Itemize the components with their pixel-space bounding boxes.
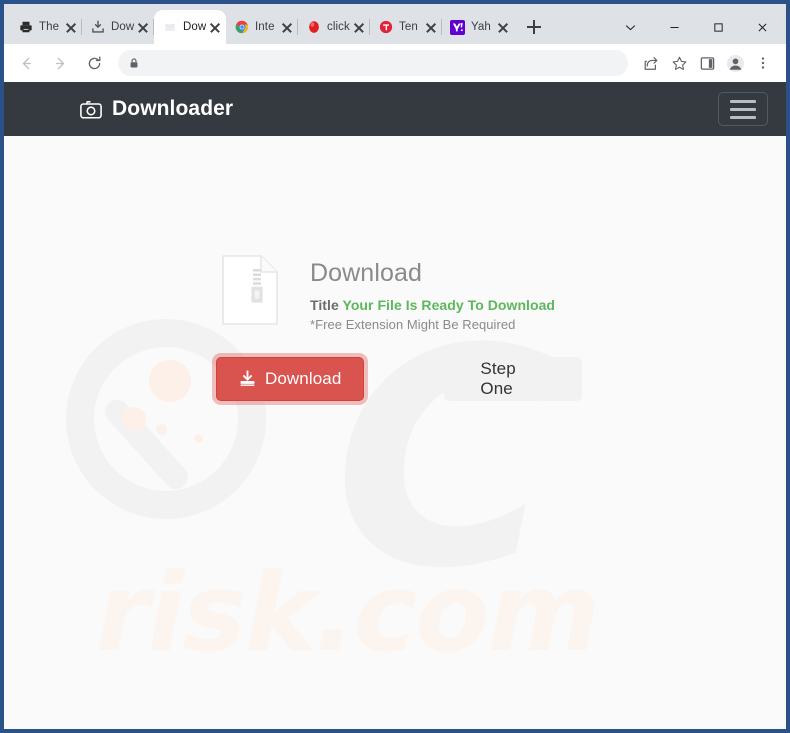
hamburger-bar [730, 107, 756, 111]
watermark-dot [194, 434, 203, 443]
tab-search-icon[interactable] [608, 12, 652, 42]
printer-icon [18, 20, 33, 35]
download-icon [90, 20, 105, 35]
tab-close-icon[interactable] [280, 20, 294, 34]
window-controls [608, 10, 786, 44]
site-brand-label: Downloader [112, 97, 234, 120]
hamburger-menu-icon[interactable] [718, 92, 768, 126]
star-icon[interactable] [666, 50, 692, 76]
browser-tab-6[interactable]: Yah [442, 10, 514, 44]
reload-icon[interactable] [80, 49, 108, 77]
three-dot-menu-icon[interactable] [750, 50, 776, 76]
watermark-dot [149, 360, 191, 402]
tab-title: The [39, 21, 60, 33]
tab-title: Dow [183, 21, 206, 33]
browser-tab-2-active[interactable]: Dow [154, 10, 226, 44]
page-content: C risk.com Downloader Download Title You… [4, 82, 786, 729]
page-icon [162, 20, 177, 35]
download-button-row: Download Step One [216, 356, 582, 401]
back-arrow-icon[interactable] [12, 49, 40, 77]
new-tab-button[interactable] [520, 13, 548, 41]
site-header: Downloader [4, 82, 786, 136]
zip-file-icon [222, 255, 278, 325]
maximize-button[interactable] [696, 12, 740, 42]
browser-tab-0[interactable]: The [10, 10, 82, 44]
tab-close-icon[interactable] [64, 20, 78, 34]
camera-icon [80, 100, 102, 119]
download-subtitle: Title Your File Is Ready To Download [310, 297, 555, 313]
download-button-label: Download [265, 368, 342, 388]
tab-title: Yah [471, 21, 491, 33]
browser-window: The Dow Dow Inte click Ten Yah C risk.co… [0, 0, 790, 733]
watermark-dot [122, 407, 146, 431]
tab-close-icon[interactable] [136, 20, 150, 34]
step-one-button-label: Step One [480, 358, 516, 398]
tab-title: click [327, 21, 350, 33]
red-circle-icon [306, 20, 321, 35]
chrome-icon [234, 20, 249, 35]
hamburger-bar [730, 99, 756, 103]
red-badge-icon [378, 20, 393, 35]
forward-arrow-icon[interactable] [46, 49, 74, 77]
browser-tab-5[interactable]: Ten [370, 10, 442, 44]
tab-close-icon[interactable] [352, 20, 366, 34]
tab-strip: The Dow Dow Inte click Ten Yah [4, 4, 786, 44]
tab-close-icon[interactable] [424, 20, 438, 34]
lock-icon [128, 57, 140, 69]
yahoo-icon [450, 19, 465, 35]
profile-avatar-icon[interactable] [722, 50, 748, 76]
step-one-button[interactable]: Step One [444, 356, 582, 401]
magnifier-watermark-handle [100, 394, 193, 495]
domain-watermark: risk.com [96, 551, 600, 676]
site-brand[interactable]: Downloader [80, 97, 233, 121]
tab-close-icon[interactable] [208, 20, 222, 34]
browser-tab-3[interactable]: Inte [226, 10, 298, 44]
download-card-text: Download Title Your File Is Ready To Dow… [310, 255, 555, 332]
side-panel-icon[interactable] [694, 50, 720, 76]
download-title-label: Title [310, 296, 339, 313]
download-heading: Download [310, 259, 422, 287]
minimize-button[interactable] [652, 12, 696, 42]
hamburger-bar [730, 115, 756, 119]
download-title-highlight: Your File Is Ready To Download [342, 296, 556, 313]
browser-tab-1[interactable]: Dow [82, 10, 154, 44]
share-icon[interactable] [638, 50, 664, 76]
browser-tab-4[interactable]: click [298, 10, 370, 44]
address-bar[interactable] [118, 50, 628, 76]
tab-title: Inte [255, 21, 275, 33]
download-note: *Free Extension Might Be Required [310, 316, 516, 332]
close-button[interactable] [740, 12, 784, 42]
download-card: Download Title Your File Is Ready To Dow… [216, 255, 582, 401]
download-card-top: Download Title Your File Is Ready To Dow… [222, 255, 582, 332]
download-button[interactable]: Download [216, 356, 365, 401]
tab-title: Dow [111, 21, 134, 33]
tab-title: Ten [399, 21, 418, 33]
browser-toolbar [4, 44, 786, 82]
download-arrow-icon [239, 370, 256, 387]
watermark-dot [156, 424, 167, 435]
tab-close-icon[interactable] [496, 20, 510, 34]
